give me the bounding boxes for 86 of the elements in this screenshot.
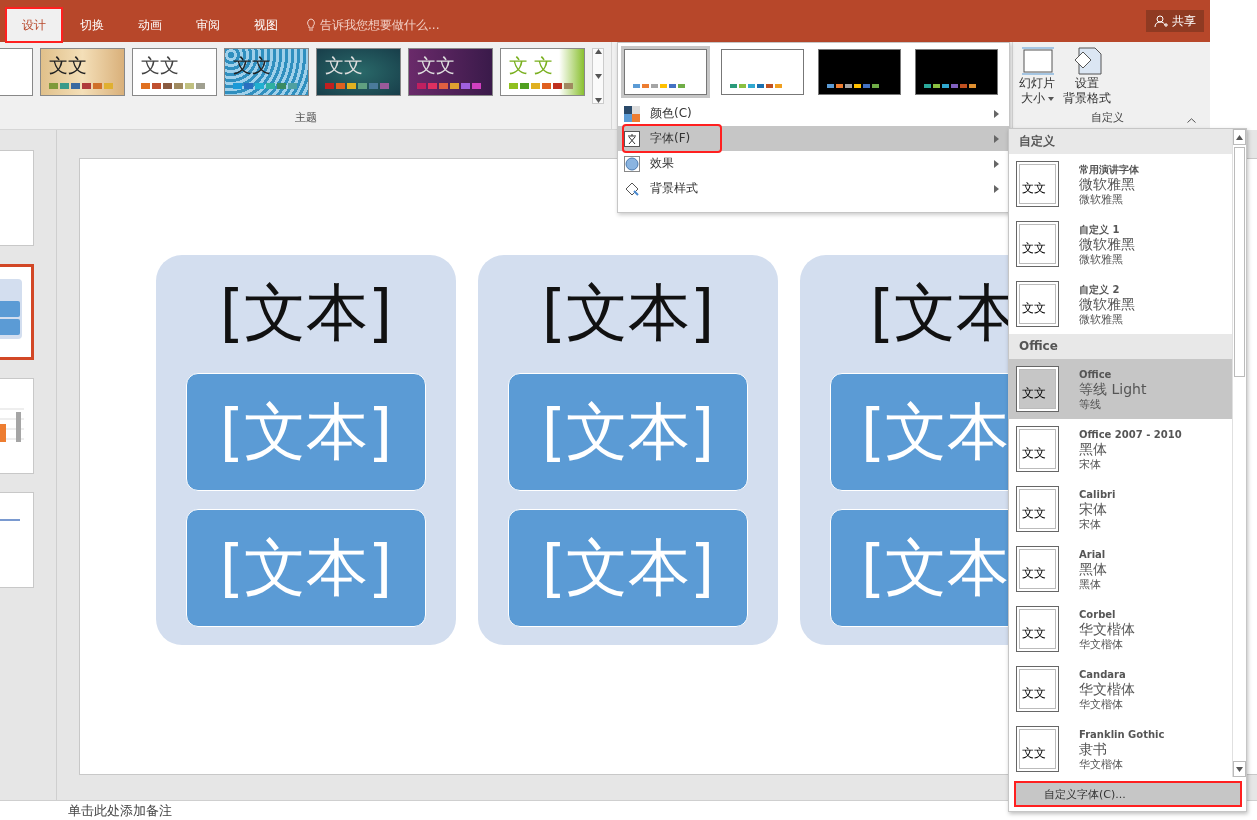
- paint-bucket-icon: [624, 180, 640, 197]
- font-option[interactable]: 文文 Candara 华文楷体 华文楷体: [1009, 659, 1232, 719]
- group-label: 主题: [293, 110, 318, 126]
- slide-preview-drawing: [0, 279, 22, 339]
- submenu-arrow-icon: [994, 110, 999, 118]
- font-option[interactable]: 文文 Franklin Gothic 隶书 华文楷体: [1009, 719, 1232, 779]
- placeholder-text: [文本]: [541, 275, 715, 351]
- color-swatches-drawing: [633, 84, 685, 88]
- scroll-down-icon[interactable]: [594, 98, 602, 103]
- font-preview: 文文: [1016, 666, 1059, 712]
- font-option[interactable]: 文文 自定义 1 微软雅黑 微软雅黑: [1009, 214, 1232, 274]
- submenu-arrow-icon: [994, 160, 999, 168]
- font-option[interactable]: 文文 自定义 2 微软雅黑 微软雅黑: [1009, 274, 1232, 334]
- color-swatches-drawing: [730, 84, 782, 88]
- slide-size-icon: [1020, 46, 1054, 76]
- font-preview: 文文: [1016, 606, 1059, 652]
- font-preview: 文文: [1016, 161, 1059, 207]
- scroll-down-icon[interactable]: [594, 73, 602, 79]
- color-swatches-drawing: [141, 83, 205, 89]
- ribbon-tab[interactable]: 审阅: [180, 8, 236, 42]
- theme-sample-text: 文文: [141, 53, 179, 78]
- collapse-caret-icon[interactable]: [1187, 118, 1196, 123]
- circle-icon: [624, 155, 640, 172]
- theme-thumbnail[interactable]: 文文: [408, 48, 493, 96]
- text-shape: [文本]: [508, 509, 748, 627]
- text-shape: [文本]: [186, 373, 426, 491]
- ribbon-tab[interactable]: 切换: [64, 8, 120, 42]
- submenu-arrow-icon: [994, 185, 999, 193]
- text-shape: [文本]: [186, 509, 426, 627]
- ribbon-tab[interactable]: 设计: [6, 8, 62, 42]
- theme-thumbnail[interactable]: 文文: [316, 48, 401, 96]
- menu-item[interactable]: 字体(F): [618, 126, 1009, 151]
- slide-thumbnail[interactable]: [0, 378, 34, 474]
- lightbulb-icon: [306, 18, 316, 32]
- section-header: 自定义: [1009, 129, 1232, 154]
- font-preview: 文文: [1016, 366, 1059, 412]
- theme-sample-text: 文文: [417, 53, 455, 78]
- scroll-up-icon[interactable]: [594, 49, 602, 54]
- color-swatches-drawing: [325, 83, 389, 89]
- scrollbar[interactable]: [1232, 129, 1246, 777]
- text-shape: [文本]: [508, 373, 748, 491]
- dropdown-caret-icon: [1047, 96, 1054, 101]
- theme-sample-text: 文文: [325, 53, 363, 78]
- group-label: 自定义: [1091, 110, 1124, 126]
- color-swatches-drawing: [49, 83, 113, 89]
- person-add-icon: [1154, 14, 1168, 28]
- ribbon-button[interactable]: 设置 背景格式: [1061, 46, 1113, 106]
- font-option[interactable]: 文文 Office 等线 Light 等线: [1009, 359, 1232, 419]
- menu-item[interactable]: 颜色(C): [618, 101, 1009, 126]
- theme-sample-text: 文文: [49, 53, 87, 78]
- color-swatches-drawing: [417, 83, 481, 89]
- slide-thumbnail[interactable]: [0, 264, 34, 360]
- font-preview: 文文: [1016, 426, 1059, 472]
- font-option[interactable]: 文文 常用演讲字体 微软雅黑 微软雅黑: [1009, 154, 1232, 214]
- font-preview: 文文: [1016, 486, 1059, 532]
- font-preview: 文文: [1016, 221, 1059, 267]
- menu-item[interactable]: 效果: [618, 151, 1009, 176]
- color-swatches-drawing: [233, 83, 297, 89]
- customize-fonts-button[interactable]: 自定义字体(C)...: [1014, 781, 1242, 807]
- ribbon-tab[interactable]: 动画: [122, 8, 178, 42]
- color-swatches-drawing: [827, 84, 879, 88]
- slide-thumbnail[interactable]: [0, 150, 34, 246]
- variant-thumbnail[interactable]: [621, 46, 710, 98]
- placeholder-text: [文本]: [219, 275, 393, 351]
- menu-item[interactable]: 背景样式: [618, 176, 1009, 201]
- font-preview: 文文: [1016, 281, 1059, 327]
- theme-thumbnail[interactable]: 文文: [132, 48, 217, 96]
- section-header: Office: [1009, 334, 1232, 359]
- font-icon: [624, 130, 640, 147]
- submenu-arrow-icon: [994, 135, 999, 143]
- ribbon-button[interactable]: 幻灯片 大小: [1017, 46, 1057, 106]
- gallery-scroll[interactable]: [592, 48, 604, 104]
- scroll-down-icon[interactable]: [1236, 766, 1243, 772]
- ribbon-tab[interactable]: 视图: [238, 8, 294, 42]
- link-preview-drawing: [0, 519, 20, 522]
- color-swatches-drawing: [924, 84, 976, 88]
- font-preview: 文文: [1016, 546, 1059, 592]
- scroll-up-icon[interactable]: [1236, 134, 1243, 140]
- tell-me-field[interactable]: 告诉我您想要做什么...: [306, 8, 440, 42]
- color-grid-icon: [624, 105, 640, 122]
- share-button[interactable]: 共享: [1146, 10, 1204, 32]
- theme-sample-text: 文 文: [509, 53, 554, 78]
- theme-thumbnail[interactable]: 文文: [40, 48, 125, 96]
- slide-thumbnail[interactable]: [0, 492, 34, 588]
- font-preview: 文文: [1016, 726, 1059, 772]
- color-swatches-drawing: [509, 83, 573, 89]
